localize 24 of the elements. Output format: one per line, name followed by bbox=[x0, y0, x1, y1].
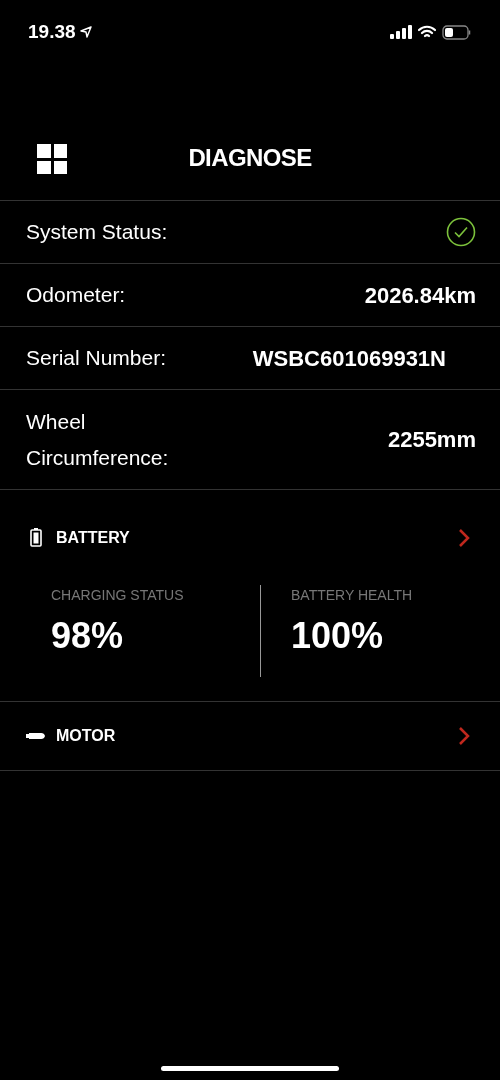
row-label: Wheel Circumference: bbox=[26, 408, 170, 471]
battery-status-icon bbox=[442, 24, 472, 40]
status-time: 19.38 bbox=[28, 19, 76, 44]
row-label: Serial Number: bbox=[26, 345, 167, 372]
row-label: Odometer: bbox=[26, 282, 126, 309]
stat-label: CHARGING STATUS bbox=[51, 586, 185, 605]
stat-value: 98% bbox=[51, 618, 125, 654]
section-title: MOTOR bbox=[56, 726, 116, 746]
page-title: DIAGNOSE bbox=[188, 143, 312, 173]
chevron-right-icon bbox=[458, 527, 470, 548]
location-arrow-icon bbox=[79, 26, 92, 38]
battery-icon bbox=[30, 528, 42, 547]
row-label: System Status: bbox=[26, 219, 168, 246]
motor-icon bbox=[26, 730, 46, 742]
stat-label: BATTERY HEALTH bbox=[291, 586, 414, 605]
row-value: 2255mm bbox=[387, 426, 476, 454]
section-title: BATTERY bbox=[56, 527, 130, 548]
wifi-icon bbox=[418, 25, 436, 39]
menu-grid-button[interactable] bbox=[37, 144, 67, 174]
row-value: WSBC601069931N bbox=[252, 344, 446, 373]
row-value: 2026.84km bbox=[364, 281, 476, 310]
signal-icon bbox=[390, 25, 412, 39]
chevron-right-icon bbox=[458, 726, 470, 746]
stat-value: 100% bbox=[291, 618, 385, 654]
